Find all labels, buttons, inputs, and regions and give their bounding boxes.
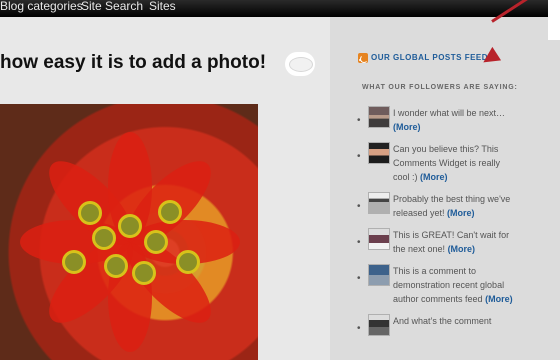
more-link[interactable]: (More) [420, 172, 448, 182]
post-title[interactable]: how easy it is to add a photo! [0, 52, 266, 74]
nav-blog-categories[interactable]: Blog categories [0, 0, 83, 12]
more-link[interactable]: (More) [447, 208, 475, 218]
avatar[interactable] [368, 314, 390, 336]
comment-item: Can you believe this? This Comments Widg… [357, 142, 518, 184]
comment-text: Can you believe this? This Comments Widg… [393, 144, 501, 182]
rss-icon[interactable] [358, 53, 368, 63]
comment-item: This is a comment to demonstration recen… [357, 264, 518, 306]
top-navigation: Blog categories Site Search Sites [0, 0, 548, 17]
more-link[interactable]: (More) [393, 122, 421, 132]
global-posts-feed-link[interactable]: OUR GLOBAL POSTS FEED [371, 53, 488, 62]
comment-text: I wonder what will be next… (More) [393, 108, 506, 132]
comments-list: I wonder what will be next… (More) Can y… [357, 106, 518, 346]
comment-item: I wonder what will be next… (More) [357, 106, 518, 134]
nav-site-search[interactable]: Site Search [81, 0, 143, 12]
comment-item: And what’s the comment [357, 314, 518, 338]
more-link[interactable]: (More) [485, 294, 513, 304]
avatar[interactable] [368, 142, 390, 164]
comment-text: This is a comment to demonstration recen… [393, 266, 513, 304]
avatar[interactable] [368, 264, 390, 286]
comment-item: This is GREAT! Can't wait for the next o… [357, 228, 518, 256]
more-link[interactable]: (More) [448, 244, 476, 254]
comment-text: And what’s the comment [393, 316, 492, 326]
comment-text: Probably the best thing we've released y… [393, 194, 511, 218]
comment-text: This is GREAT! Can't wait for the next o… [393, 230, 510, 254]
post-photo[interactable] [0, 104, 258, 360]
avatar[interactable] [368, 228, 390, 250]
page-edge-strip [548, 0, 560, 40]
avatar[interactable] [368, 192, 390, 214]
arrow-head-icon [478, 46, 502, 70]
comment-bubble-icon[interactable] [285, 52, 315, 76]
avatar[interactable] [368, 106, 390, 128]
comments-heading: WHAT OUR FOLLOWERS ARE SAYING: [362, 84, 518, 91]
comment-item: Probably the best thing we've released y… [357, 192, 518, 220]
nav-sites[interactable]: Sites [149, 0, 176, 12]
